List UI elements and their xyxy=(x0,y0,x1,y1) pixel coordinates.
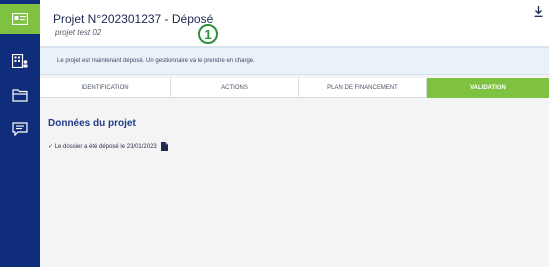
info-banner: Le projet est maintenant déposé. Un gest… xyxy=(40,47,549,75)
id-card-icon xyxy=(12,13,28,25)
tab-plan-de-financement[interactable]: PLAN DE FINANCEMENT xyxy=(299,78,427,98)
sidebar-item-documents[interactable] xyxy=(0,80,40,110)
step-number-badge: 1 xyxy=(198,24,218,44)
folder-icon xyxy=(12,88,28,102)
sidebar-item-organization[interactable] xyxy=(0,46,40,76)
tab-identification[interactable]: IDENTIFICATION xyxy=(40,78,171,98)
main-content: Projet N°202301237 - Déposé projet test … xyxy=(40,0,549,267)
project-tabs: IDENTIFICATION ACTIONS PLAN DE FINANCEME… xyxy=(40,78,549,98)
page-title: Projet N°202301237 - Déposé xyxy=(53,12,214,26)
tab-validation[interactable]: VALIDATION xyxy=(427,78,549,98)
project-header: Projet N°202301237 - Déposé projet test … xyxy=(40,0,549,47)
chat-document-icon xyxy=(12,121,28,137)
deposit-status: ✓ Le dossier a été déposé le 23/01/2023 xyxy=(48,142,168,151)
download-icon[interactable] xyxy=(534,4,543,22)
header-tools: ... xyxy=(526,4,543,22)
tab-actions[interactable]: ACTIONS xyxy=(171,78,299,98)
sidebar xyxy=(0,0,40,267)
banner-message: Le projet est maintenant déposé. Un gest… xyxy=(57,58,255,64)
building-person-icon xyxy=(12,54,28,68)
sidebar-item-project-card[interactable] xyxy=(0,4,40,34)
sidebar-item-messages[interactable] xyxy=(0,114,40,144)
project-subtitle: projet test 02 xyxy=(55,28,102,37)
section-title: Données du projet xyxy=(48,118,136,129)
deposit-status-text: ✓ Le dossier a été déposé le 23/01/2023 xyxy=(48,144,157,150)
header-small-text: ... xyxy=(525,10,529,16)
document-icon[interactable] xyxy=(160,142,168,151)
